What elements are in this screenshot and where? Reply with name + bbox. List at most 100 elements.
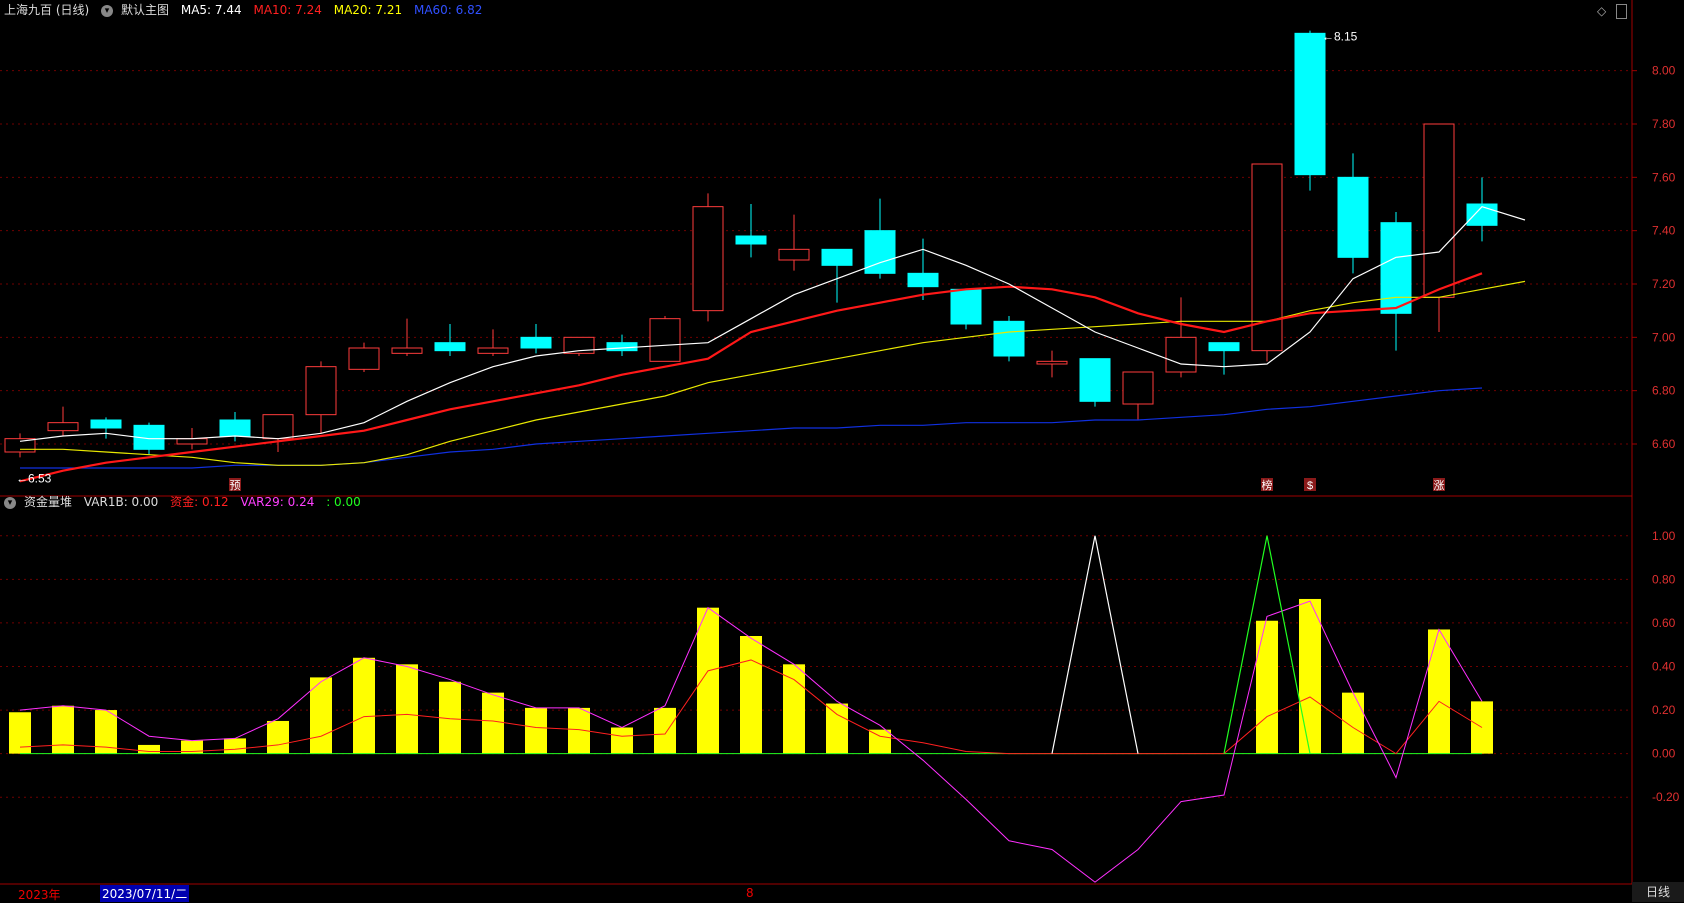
candle bbox=[649, 316, 681, 362]
indicator-tick-label: 0.20 bbox=[1652, 703, 1676, 717]
candle bbox=[1423, 123, 1455, 332]
high-price-label: ←8.15 bbox=[1322, 30, 1358, 44]
candle bbox=[1036, 350, 1068, 378]
period-tab[interactable]: 日线 bbox=[1632, 882, 1684, 902]
candle bbox=[1294, 30, 1326, 191]
candle-body bbox=[391, 347, 423, 354]
candle-body bbox=[477, 347, 509, 354]
candle-body bbox=[262, 414, 294, 440]
indicator-tick-label: 1.00 bbox=[1652, 529, 1676, 543]
event-marker: 预 bbox=[230, 479, 241, 492]
fund-bar bbox=[1428, 629, 1450, 754]
indicator-tick-label: 0.80 bbox=[1652, 572, 1676, 586]
fund-bar bbox=[353, 657, 375, 754]
candle-body bbox=[821, 248, 853, 266]
event-marker: 榜 bbox=[1262, 478, 1273, 492]
candle bbox=[1122, 371, 1154, 420]
year-label: 2023年 bbox=[18, 888, 61, 902]
price-tick-label: 7.40 bbox=[1652, 224, 1676, 238]
candle-body bbox=[47, 422, 79, 432]
candle bbox=[348, 342, 380, 372]
price-tick-label: 7.20 bbox=[1652, 277, 1676, 291]
event-marker: $ bbox=[1307, 480, 1313, 492]
ma10-label: MA10: 7.24 bbox=[253, 3, 322, 17]
fund-bar bbox=[9, 712, 31, 754]
scroll-handle-icon[interactable] bbox=[1616, 4, 1627, 19]
time-axis: 2023年 2023/07/11/二 8 bbox=[0, 884, 1632, 902]
candle bbox=[778, 214, 810, 271]
indicator-tick-label: 0.60 bbox=[1652, 616, 1676, 630]
diamond-icon[interactable]: ◇ bbox=[1597, 4, 1606, 18]
candle-body bbox=[778, 248, 810, 261]
fund-bar bbox=[224, 738, 246, 754]
fund-bar bbox=[52, 705, 74, 754]
candle-body bbox=[90, 419, 122, 429]
ma5-line bbox=[19, 205, 1526, 442]
var1b-spike bbox=[1051, 535, 1139, 754]
indicator-tick-label: -0.20 bbox=[1652, 790, 1680, 804]
candle-body bbox=[1337, 176, 1369, 258]
candle-body bbox=[434, 342, 466, 352]
candle bbox=[1208, 342, 1240, 375]
stock-title: 上海九百 (日线) bbox=[4, 3, 90, 17]
candle-body bbox=[219, 419, 251, 437]
candle-body bbox=[1036, 360, 1068, 365]
candle bbox=[47, 406, 79, 436]
candle-body bbox=[1294, 32, 1326, 176]
candle bbox=[993, 316, 1025, 362]
price-tick-label: 7.00 bbox=[1652, 330, 1676, 344]
collapse-icon[interactable]: ▾ bbox=[101, 4, 114, 17]
candle bbox=[907, 238, 939, 300]
candle-body bbox=[4, 438, 36, 453]
fund-bar bbox=[1299, 598, 1321, 754]
low-price-label: ←6.53 bbox=[16, 472, 52, 486]
event-marker: 涨 bbox=[1434, 479, 1445, 492]
month-label: 8 bbox=[746, 886, 754, 900]
candle bbox=[477, 329, 509, 356]
price-tick-label: 7.60 bbox=[1652, 170, 1676, 184]
candle bbox=[1380, 212, 1412, 351]
candle bbox=[1337, 153, 1369, 274]
main-panel-header: 上海九百 (日线) ▾ 默认主图 MA5: 7.44 MA10: 7.24 MA2… bbox=[4, 3, 490, 17]
candle-body bbox=[606, 342, 638, 352]
candle bbox=[434, 324, 466, 356]
candle bbox=[692, 193, 724, 322]
candle-body bbox=[1208, 342, 1240, 352]
var29-label: VAR29: 0.24 bbox=[240, 495, 315, 509]
sub-panel-header: ▾ 资金量堆 VAR1B: 0.00 资金: 0.12 VAR29: 0.24 :… bbox=[4, 495, 369, 509]
candle bbox=[520, 324, 552, 354]
candle bbox=[563, 336, 595, 356]
indicator-tick-label: 0.00 bbox=[1652, 747, 1676, 761]
candle-body bbox=[692, 206, 724, 312]
fund-bar bbox=[267, 720, 289, 754]
fund-bar bbox=[783, 664, 805, 754]
candle bbox=[821, 248, 853, 303]
candle-body bbox=[1122, 371, 1154, 405]
ma60-label: MA60: 6.82 bbox=[413, 3, 483, 17]
collapse-icon[interactable]: ▾ bbox=[4, 496, 16, 509]
candle bbox=[606, 334, 638, 356]
candle-body bbox=[950, 288, 982, 325]
candle-body bbox=[649, 318, 681, 362]
candle bbox=[1079, 358, 1111, 407]
zijin-label: 资金: 0.12 bbox=[170, 495, 229, 509]
var1b-label: VAR1B: 0.00 bbox=[83, 495, 159, 509]
price-tick-label: 7.80 bbox=[1652, 117, 1676, 131]
candle bbox=[1251, 163, 1283, 362]
fund-bar bbox=[869, 729, 891, 754]
chart-canvas[interactable]: 6.60 6.80 7.00 7.20 7.40 7.60 7.80 8.00 -0.20 0.0… bbox=[0, 0, 1684, 902]
price-tick-label: 6.60 bbox=[1652, 437, 1676, 451]
fund-bar bbox=[611, 727, 633, 754]
candle-body bbox=[1251, 163, 1283, 352]
candle-body bbox=[1079, 358, 1111, 402]
candle-body bbox=[305, 366, 337, 416]
fund-bar bbox=[697, 607, 719, 754]
price-tick-label: 6.80 bbox=[1652, 384, 1676, 398]
fund-bar bbox=[1256, 620, 1278, 754]
candle bbox=[262, 414, 294, 452]
sub-panel-name[interactable]: 资金量堆 bbox=[24, 495, 72, 509]
template-name[interactable]: 默认主图 bbox=[121, 3, 169, 17]
fund-bar bbox=[525, 707, 547, 754]
fund-bar bbox=[826, 703, 848, 754]
fund-bar bbox=[1342, 692, 1364, 754]
